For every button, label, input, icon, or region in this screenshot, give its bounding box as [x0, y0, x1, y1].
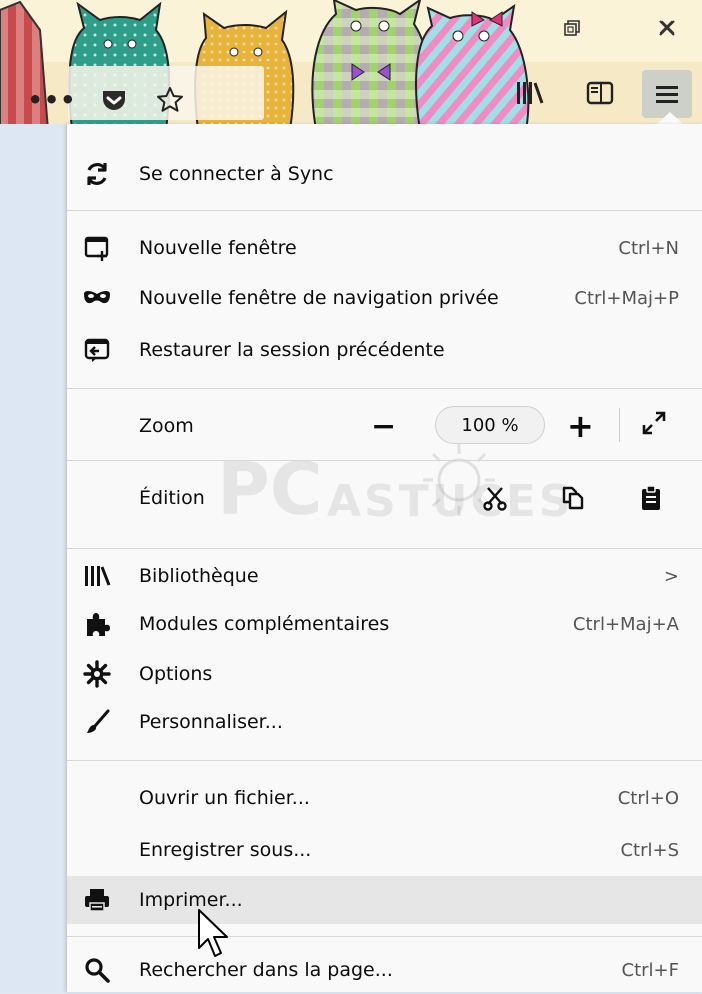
menu-item-label: Enregistrer sous...: [139, 839, 312, 861]
edit-label: Édition: [139, 487, 205, 509]
menu-item-label: Personnaliser...: [139, 711, 283, 733]
menu-item-sync[interactable]: Se connecter à Sync: [67, 150, 702, 198]
hamburger-icon: [656, 86, 678, 103]
menu-item-label: Nouvelle fenêtre: [139, 237, 297, 259]
fullscreen-icon: [642, 411, 666, 435]
page-content-area: [0, 124, 66, 992]
menu-item-label: Nouvelle fenêtre de navigation privée: [139, 287, 499, 309]
paintbrush-icon: [81, 706, 113, 738]
star-icon: [157, 87, 183, 112]
menu-item-restore-session[interactable]: Restaurer la session précédente: [67, 326, 702, 374]
close-window-button[interactable]: [645, 8, 689, 48]
zoom-divider: [619, 408, 620, 442]
menu-separator: [67, 460, 702, 461]
library-icon: [81, 560, 113, 592]
page-actions-more-button[interactable]: •••: [27, 78, 77, 122]
app-menu-panel: PC ASTUCES Se connecter à Sync Nouvelle …: [66, 124, 702, 992]
menu-item-shortcut: Ctrl+F: [621, 959, 679, 981]
menu-item-find-in-page[interactable]: Rechercher dans la page... Ctrl+F: [67, 946, 702, 994]
menu-item-label: Modules complémentaires: [139, 613, 390, 635]
menu-item-shortcut: Ctrl+Maj+A: [572, 613, 679, 635]
zoom-in-button[interactable]: +: [567, 407, 594, 445]
menu-item-new-window[interactable]: Nouvelle fenêtre Ctrl+N: [67, 224, 702, 272]
menu-separator: [67, 210, 702, 211]
restore-session-icon: [81, 334, 113, 366]
paste-button[interactable]: [635, 482, 667, 514]
scissors-icon: [483, 487, 507, 511]
restore-window-button[interactable]: [550, 8, 594, 48]
menu-item-addons[interactable]: Modules complémentaires Ctrl+Maj+A: [67, 600, 702, 648]
zoom-reset-button[interactable]: 100 %: [435, 406, 545, 444]
menu-item-label: Options: [139, 663, 213, 685]
sidebar-button[interactable]: [572, 66, 628, 120]
menu-item-private-window[interactable]: Nouvelle fenêtre de navigation privée Ct…: [67, 274, 702, 322]
menu-edit-row: Édition: [67, 474, 702, 522]
menu-item-open-file[interactable]: Ouvrir un fichier... Ctrl+O: [67, 774, 702, 822]
cut-button[interactable]: [479, 482, 511, 514]
menu-item-customize[interactable]: Personnaliser...: [67, 698, 702, 746]
menu-item-options[interactable]: Options: [67, 650, 702, 698]
more-icon: •••: [27, 86, 77, 114]
menu-separator: [67, 388, 702, 389]
menu-item-print[interactable]: Imprimer...: [67, 876, 702, 924]
pocket-icon: [103, 91, 125, 110]
submenu-chevron-icon: >: [663, 565, 679, 587]
title-bar: [0, 0, 702, 62]
menu-item-label: Rechercher dans la page...: [139, 959, 393, 981]
printer-icon: [81, 884, 113, 916]
menu-item-label: Ouvrir un fichier...: [139, 787, 310, 809]
menu-item-shortcut: Ctrl+Maj+P: [574, 287, 679, 309]
close-icon: [659, 20, 675, 36]
sidebar-icon: [586, 81, 614, 105]
menu-item-shortcut: Ctrl+O: [617, 787, 679, 809]
menu-separator: [67, 760, 702, 761]
restore-icon: [564, 20, 580, 36]
menu-item-label: Se connecter à Sync: [139, 163, 334, 185]
zoom-out-button[interactable]: −: [371, 409, 396, 444]
library-icon: [517, 82, 544, 104]
puzzle-piece-icon: [81, 608, 113, 640]
clipboard-icon: [642, 485, 660, 510]
open-menu-button[interactable]: [642, 70, 692, 118]
search-icon: [81, 954, 113, 986]
library-button[interactable]: [502, 66, 558, 120]
menu-separator: [67, 936, 702, 937]
menu-item-shortcut: Ctrl+N: [618, 237, 679, 259]
menu-separator: [67, 548, 702, 549]
zoom-label: Zoom: [139, 415, 194, 437]
bookmark-star-button[interactable]: [148, 78, 192, 122]
fullscreen-button[interactable]: [641, 410, 667, 442]
menu-item-save-as[interactable]: Enregistrer sous... Ctrl+S: [67, 826, 702, 874]
menu-item-label: Restaurer la session précédente: [139, 339, 445, 361]
new-window-icon: [81, 232, 113, 264]
copy-button[interactable]: [557, 482, 589, 514]
pocket-button[interactable]: [92, 78, 136, 122]
menu-zoom-row: Zoom − 100 % +: [67, 402, 702, 450]
copy-icon: [562, 486, 584, 510]
menu-item-library[interactable]: Bibliothèque >: [67, 552, 702, 600]
gear-icon: [81, 658, 113, 690]
menu-item-label: Bibliothèque: [139, 565, 259, 587]
private-mask-icon: [81, 282, 113, 314]
sync-icon: [81, 158, 113, 190]
menu-item-label: Imprimer...: [139, 889, 243, 911]
menu-item-shortcut: Ctrl+S: [620, 839, 679, 861]
